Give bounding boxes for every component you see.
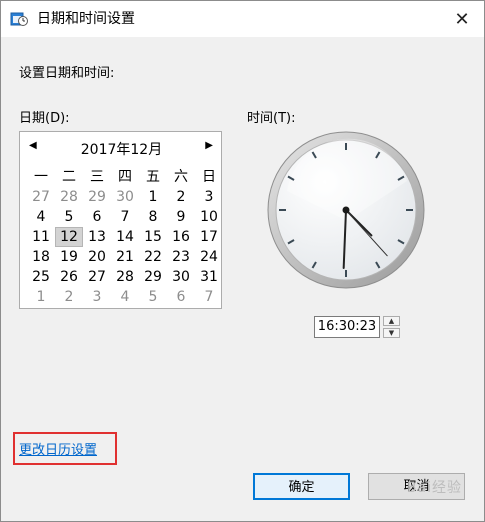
watermark: Bai经验 bbox=[406, 480, 462, 496]
date-label: 日期(D): bbox=[19, 111, 70, 126]
day-cell[interactable]: 31 bbox=[195, 267, 223, 287]
day-cell[interactable]: 18 bbox=[27, 247, 55, 267]
weekday-row: 一 二 三 四 五 六 日 bbox=[27, 167, 223, 187]
day-cell[interactable]: 14 bbox=[111, 227, 139, 247]
day-cell[interactable]: 4 bbox=[27, 207, 55, 227]
day-cell[interactable]: 15 bbox=[139, 227, 167, 247]
spin-down-icon[interactable]: ▼ bbox=[383, 328, 400, 338]
selected-day-cell[interactable]: 12 bbox=[55, 227, 83, 247]
day-cell[interactable]: 30 bbox=[111, 187, 139, 207]
day-cell[interactable]: 21 bbox=[111, 247, 139, 267]
week-row: 1 2 3 4 5 6 7 bbox=[27, 287, 223, 307]
weekday-label: 六 bbox=[174, 169, 188, 185]
weekday-label: 五 bbox=[146, 169, 160, 185]
day-cell[interactable]: 3 bbox=[195, 187, 223, 207]
spin-up-icon[interactable]: ▲ bbox=[383, 316, 400, 326]
day-cell[interactable]: 2 bbox=[55, 287, 83, 307]
day-cell[interactable]: 23 bbox=[167, 247, 195, 267]
day-cell[interactable]: 20 bbox=[83, 247, 111, 267]
ok-button[interactable]: 确定 bbox=[253, 473, 350, 500]
day-cell[interactable]: 2 bbox=[167, 187, 195, 207]
weekday-label: 三 bbox=[90, 169, 104, 185]
day-cell[interactable]: 7 bbox=[195, 287, 223, 307]
day-cell[interactable]: 29 bbox=[139, 267, 167, 287]
weekday-label: 二 bbox=[62, 169, 76, 185]
week-row: 27 28 29 30 1 2 3 bbox=[27, 187, 223, 207]
month-title[interactable]: 2017年12月 bbox=[20, 139, 223, 159]
calendar-header: ◀ 2017年12月 ▶ bbox=[20, 138, 223, 158]
day-cell[interactable]: 5 bbox=[55, 207, 83, 227]
day-cell[interactable]: 28 bbox=[55, 187, 83, 207]
day-cell[interactable]: 16 bbox=[167, 227, 195, 247]
section-heading: 设置日期和时间: bbox=[19, 66, 115, 81]
day-cell[interactable]: 17 bbox=[195, 227, 223, 247]
day-cell[interactable]: 7 bbox=[111, 207, 139, 227]
close-icon[interactable]: ✕ bbox=[448, 8, 476, 32]
day-cell[interactable]: 9 bbox=[167, 207, 195, 227]
title-bar: 日期和时间设置 ✕ bbox=[1, 1, 484, 37]
weekday-label: 日 bbox=[202, 169, 216, 185]
day-cell[interactable]: 24 bbox=[195, 247, 223, 267]
date-time-app-icon bbox=[10, 12, 28, 26]
time-label: 时间(T): bbox=[247, 111, 296, 126]
day-cell[interactable]: 5 bbox=[139, 287, 167, 307]
next-month-icon[interactable]: ▶ bbox=[205, 140, 213, 151]
week-row: 4 5 6 7 8 9 10 bbox=[27, 207, 223, 227]
calendar-grid: 一 二 三 四 五 六 日 27 28 29 30 1 2 3 4 5 6 7 … bbox=[27, 167, 223, 307]
day-cell[interactable]: 1 bbox=[139, 187, 167, 207]
day-cell[interactable]: 3 bbox=[83, 287, 111, 307]
day-cell[interactable]: 22 bbox=[139, 247, 167, 267]
day-cell[interactable]: 19 bbox=[55, 247, 83, 267]
window-title: 日期和时间设置 bbox=[37, 11, 135, 27]
day-cell[interactable]: 10 bbox=[195, 207, 223, 227]
day-cell[interactable]: 8 bbox=[139, 207, 167, 227]
clock-center bbox=[342, 206, 350, 214]
day-cell[interactable]: 26 bbox=[55, 267, 83, 287]
calendar: ◀ 2017年12月 ▶ 一 二 三 四 五 六 日 27 28 29 30 1… bbox=[19, 131, 222, 309]
analog-clock bbox=[267, 131, 425, 289]
day-cell[interactable]: 4 bbox=[111, 287, 139, 307]
week-row: 18 19 20 21 22 23 24 bbox=[27, 247, 223, 267]
day-cell[interactable]: 1 bbox=[27, 287, 55, 307]
day-cell[interactable]: 6 bbox=[167, 287, 195, 307]
day-cell[interactable]: 11 bbox=[27, 227, 55, 247]
weekday-label: 一 bbox=[34, 169, 48, 185]
change-calendar-settings-link[interactable]: 更改日历设置 bbox=[19, 439, 97, 458]
weekday-label: 四 bbox=[118, 169, 132, 185]
week-row: 25 26 27 28 29 30 31 bbox=[27, 267, 223, 287]
day-cell[interactable]: 13 bbox=[83, 227, 111, 247]
day-cell[interactable]: 27 bbox=[27, 187, 55, 207]
week-row: 11 12 13 14 15 16 17 bbox=[27, 227, 223, 247]
time-spinner[interactable]: ▲ ▼ bbox=[383, 316, 400, 338]
date-time-settings-dialog: 日期和时间设置 ✕ 设置日期和时间: 日期(D): 时间(T): ◀ 2017年… bbox=[0, 0, 485, 522]
time-field[interactable]: 16:30:23 bbox=[314, 316, 380, 338]
day-cell[interactable]: 30 bbox=[167, 267, 195, 287]
day-cell[interactable]: 28 bbox=[111, 267, 139, 287]
day-cell[interactable]: 25 bbox=[27, 267, 55, 287]
day-cell[interactable]: 29 bbox=[83, 187, 111, 207]
day-cell[interactable]: 27 bbox=[83, 267, 111, 287]
day-cell[interactable]: 6 bbox=[83, 207, 111, 227]
